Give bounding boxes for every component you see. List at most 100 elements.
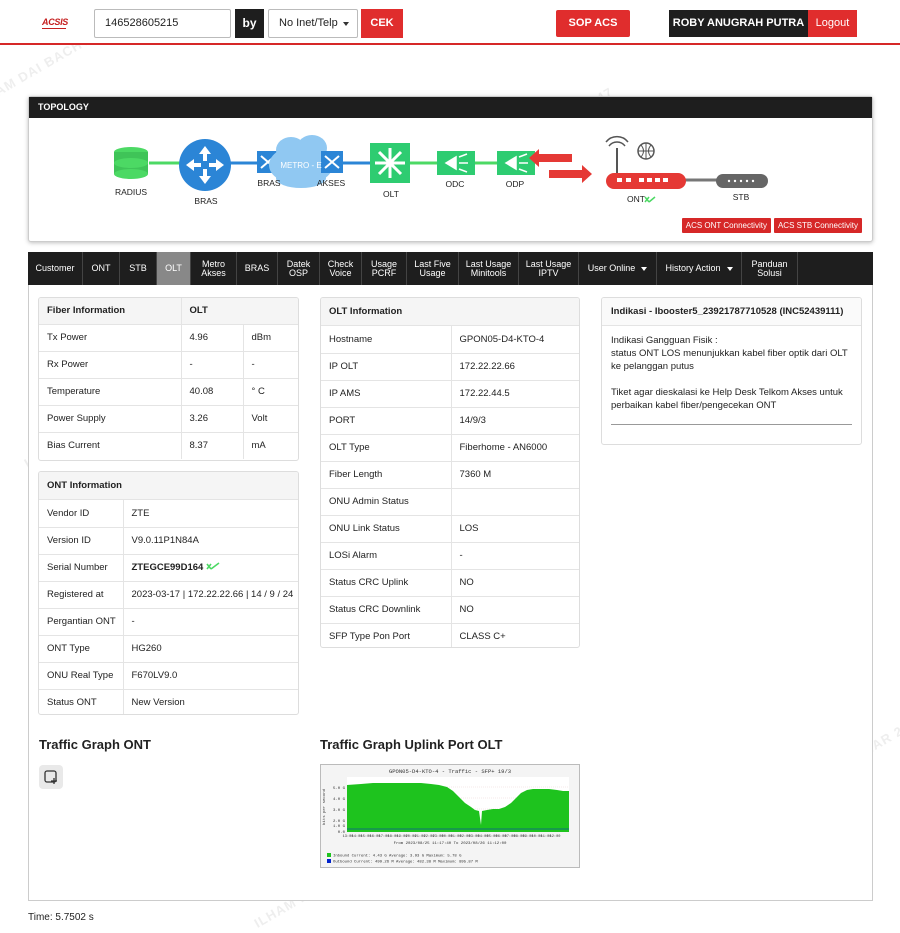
tab-stb[interactable]: STB bbox=[120, 252, 157, 285]
radius-label: RADIUS bbox=[115, 187, 147, 197]
tab-user-online-label: User Online bbox=[587, 263, 636, 273]
akses-switch-icon bbox=[321, 151, 343, 173]
olt-row-value: 7360 M bbox=[451, 460, 579, 488]
user-name[interactable]: ROBY ANUGRAH PUTRA bbox=[669, 10, 808, 37]
logo[interactable]: ACSIS bbox=[42, 17, 68, 27]
olt-label: OLT bbox=[383, 189, 399, 199]
tab-last-usage-minitools[interactable]: Last Usage Minitools bbox=[459, 252, 519, 285]
ont-row-label: Vendor ID bbox=[39, 500, 124, 527]
olt-row-value: CLASS C+ bbox=[451, 622, 579, 647]
tab-customer[interactable]: Customer bbox=[28, 252, 83, 285]
fiber-row-value: 3.26 bbox=[181, 404, 244, 432]
ont-row-value: V9.0.11P1N84A bbox=[123, 526, 298, 554]
fiber-row-label: Power Supply bbox=[39, 404, 182, 432]
indikasi-card: Indikasi - Ibooster5_23921787710528 (INC… bbox=[601, 297, 862, 445]
fiber-row-label: Rx Power bbox=[39, 350, 182, 378]
ont-row-value: HG260 bbox=[123, 634, 298, 662]
fiber-info-title: Fiber Information bbox=[39, 298, 182, 324]
y-tick: 3.0 G bbox=[333, 809, 346, 813]
ont-row-value: 2023-03-17 | 172.22.22.66 | 14 / 9 / 24 bbox=[123, 580, 298, 608]
search-input[interactable]: 146528605215 bbox=[94, 9, 231, 38]
search-type-value: No Inet/Telp bbox=[279, 17, 338, 29]
logo-underline bbox=[42, 28, 66, 29]
olt-row-label: Hostname bbox=[321, 326, 452, 353]
logout-button[interactable]: Logout bbox=[808, 10, 857, 37]
bras-router-icon bbox=[179, 139, 231, 191]
arrows-icon bbox=[529, 149, 592, 183]
tab-last-usage-iptv[interactable]: Last Usage IPTV bbox=[519, 252, 579, 285]
olt-row-value: NO bbox=[451, 595, 579, 623]
ont-row-label: Registered at bbox=[39, 580, 124, 608]
ont-router-icon bbox=[605, 135, 686, 189]
sop-acs-button[interactable]: SOP ACS bbox=[556, 10, 630, 37]
tab-check-voice[interactable]: Check Voice bbox=[320, 252, 362, 285]
tab-bras[interactable]: BRAS bbox=[237, 252, 278, 285]
olt-row-label: Status CRC Downlink bbox=[321, 595, 452, 623]
ont-label: ONT bbox=[627, 194, 645, 204]
legend-inbound: Inbound Current: 4.43 G Average: 3.93 G … bbox=[333, 854, 462, 859]
topology-panel: TOPOLOGY RADIUS BRAS BRAS METRO - E AKSE… bbox=[28, 96, 873, 242]
stb-icon bbox=[716, 174, 768, 188]
olt-row-value: LOS bbox=[451, 514, 579, 542]
acs-ont-connectivity-button[interactable]: ACS ONT Connectivity bbox=[681, 218, 771, 233]
akses-label: AKSES bbox=[317, 178, 346, 188]
y-tick: 4.0 G bbox=[333, 798, 346, 802]
serial-number-cell: ZTEGCE99D164 bbox=[123, 553, 298, 581]
fiber-row-unit: mA bbox=[243, 431, 298, 459]
fiber-row-value: 8.37 bbox=[181, 431, 244, 459]
tab-panduan-solusi[interactable]: Panduan Solusi bbox=[742, 252, 798, 285]
x-ticks: 13:00 14:00 15:00 16:00 17:00 18:00 19:0… bbox=[343, 835, 561, 839]
tab-olt[interactable]: OLT bbox=[157, 252, 191, 285]
ont-info-card: ONT Information Vendor ID ZTE Version ID V… bbox=[38, 471, 299, 715]
indikasi-line2: status ONT LOS menunjukkan kabel fiber o… bbox=[611, 348, 848, 372]
olt-row-label: SFP Type Pon Port bbox=[321, 622, 452, 647]
tab-ont[interactable]: ONT bbox=[83, 252, 120, 285]
olt-row-label: OLT Type bbox=[321, 433, 452, 461]
olt-row-value: NO bbox=[451, 568, 579, 596]
page-time: Time: 5.7502 s bbox=[28, 912, 94, 923]
traffic-graph-olt-title: Traffic Graph Uplink Port OLT bbox=[320, 737, 503, 752]
x-tick: 12:00 bbox=[550, 835, 561, 839]
indikasi-title: Indikasi - Ibooster5_23921787710528 (INC… bbox=[602, 298, 861, 326]
tab-last-five-usage[interactable]: Last Five Usage bbox=[407, 252, 459, 285]
fiber-row-value: - bbox=[181, 350, 244, 378]
traffic-graph-svg: GPON05-D4-KTO-4 - Traffic - SFP+ 19/3 bi… bbox=[321, 765, 579, 867]
divider bbox=[611, 424, 852, 425]
olt-row-value: 14/9/3 bbox=[451, 406, 579, 434]
odc-label: ODC bbox=[446, 179, 465, 189]
odp-label: ODP bbox=[506, 179, 525, 189]
fiber-row-label: Bias Current bbox=[39, 431, 182, 459]
add-graph-icon[interactable] bbox=[39, 765, 63, 789]
tab-datek-osp[interactable]: Datek OSP bbox=[278, 252, 320, 285]
ont-status-icon bbox=[644, 196, 656, 203]
inbound-swatch bbox=[327, 853, 331, 857]
outbound-swatch bbox=[327, 859, 331, 863]
cek-button[interactable]: CEK bbox=[361, 9, 403, 38]
fiber-info-olt-header: OLT bbox=[181, 298, 298, 324]
caret-down-icon bbox=[726, 266, 733, 271]
ont-row-label: ONU Real Type bbox=[39, 661, 124, 689]
tab-user-online[interactable]: User Online bbox=[579, 252, 657, 285]
fiber-row-unit: ° C bbox=[243, 377, 298, 405]
tab-metro-akses[interactable]: Metro Akses bbox=[191, 252, 237, 285]
fiber-info-card: Fiber Information OLT Tx Power 4.96 dBm Rx… bbox=[38, 297, 299, 461]
ont-row-label: Version ID bbox=[39, 526, 124, 554]
search-type-select[interactable]: No Inet/Telp bbox=[268, 9, 358, 38]
olt-row-label: PORT bbox=[321, 406, 452, 434]
y-tick: 5.0 G bbox=[333, 787, 346, 791]
ont-row-value: New Version bbox=[123, 688, 298, 714]
acs-stb-connectivity-button[interactable]: ACS STB Connectivity bbox=[773, 218, 862, 233]
olt-icon bbox=[370, 143, 410, 183]
olt-row-label: ONU Link Status bbox=[321, 514, 452, 542]
odc-icon bbox=[437, 151, 475, 175]
olt-row-value: Fiberhome - AN6000 bbox=[451, 433, 579, 461]
odp-icon bbox=[497, 151, 535, 175]
tab-history-action-label: History Action bbox=[665, 263, 721, 273]
acs-links: ACS ONT Connectivity ACS STB Connectivity bbox=[679, 218, 862, 233]
tab-usage-pcrf[interactable]: Usage PCRF bbox=[362, 252, 407, 285]
serial-number-value: ZTEGCE99D164 bbox=[131, 562, 204, 573]
add-square-icon bbox=[44, 770, 57, 784]
tab-history-action[interactable]: History Action bbox=[657, 252, 742, 285]
ont-row-value: ZTE bbox=[131, 507, 150, 519]
bras-switch-label: BRAS bbox=[257, 178, 280, 188]
